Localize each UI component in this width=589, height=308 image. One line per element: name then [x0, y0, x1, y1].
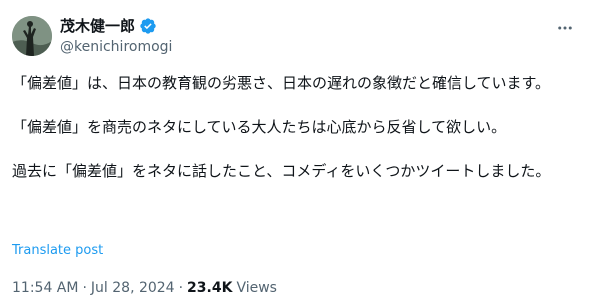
views-label: Views [236, 280, 277, 296]
more-horizontal-icon [558, 26, 572, 30]
meta-separator: · [82, 280, 87, 296]
tweet-paragraph: 「偏差値」を商売のネタにしている大人たちは心底から反省して欲しい。 [12, 118, 507, 136]
translate-post-link[interactable]: Translate post [12, 243, 103, 259]
tweet-meta: 11:54 AM · Jul 28, 2024 · 23.4K Views [12, 279, 277, 297]
tweet-date[interactable]: Jul 28, 2024 [91, 279, 175, 297]
tweet-paragraph: 「偏差値」は、日本の教育観の劣悪さ、日本の遅れの象徴だと確信しています。 [12, 74, 551, 92]
tweet-time[interactable]: 11:54 AM [12, 279, 78, 297]
views-count[interactable]: 23.4K [187, 279, 232, 297]
verified-badge-icon[interactable] [139, 17, 157, 35]
profile-photo-icon [12, 16, 52, 56]
author-display-name[interactable]: 茂木健一郎 [60, 16, 135, 36]
tweet: 茂木健一郎 @kenichiromogi 「偏差値」は、日本の教育観の劣悪さ、日… [0, 0, 589, 308]
avatar[interactable] [12, 16, 52, 56]
tweet-paragraph: 過去に「偏差値」をネタに話したこと、コメディをいくつかツイートしました。 [12, 162, 551, 180]
author-name-row: 茂木健一郎 [60, 15, 157, 37]
tweet-text: 「偏差値」は、日本の教育観の劣悪さ、日本の遅れの象徴だと確信しています。 「偏差… [12, 72, 578, 182]
meta-separator: · [178, 280, 184, 296]
author-handle[interactable]: @kenichiromogi [60, 38, 172, 56]
more-options-button[interactable] [555, 18, 575, 38]
